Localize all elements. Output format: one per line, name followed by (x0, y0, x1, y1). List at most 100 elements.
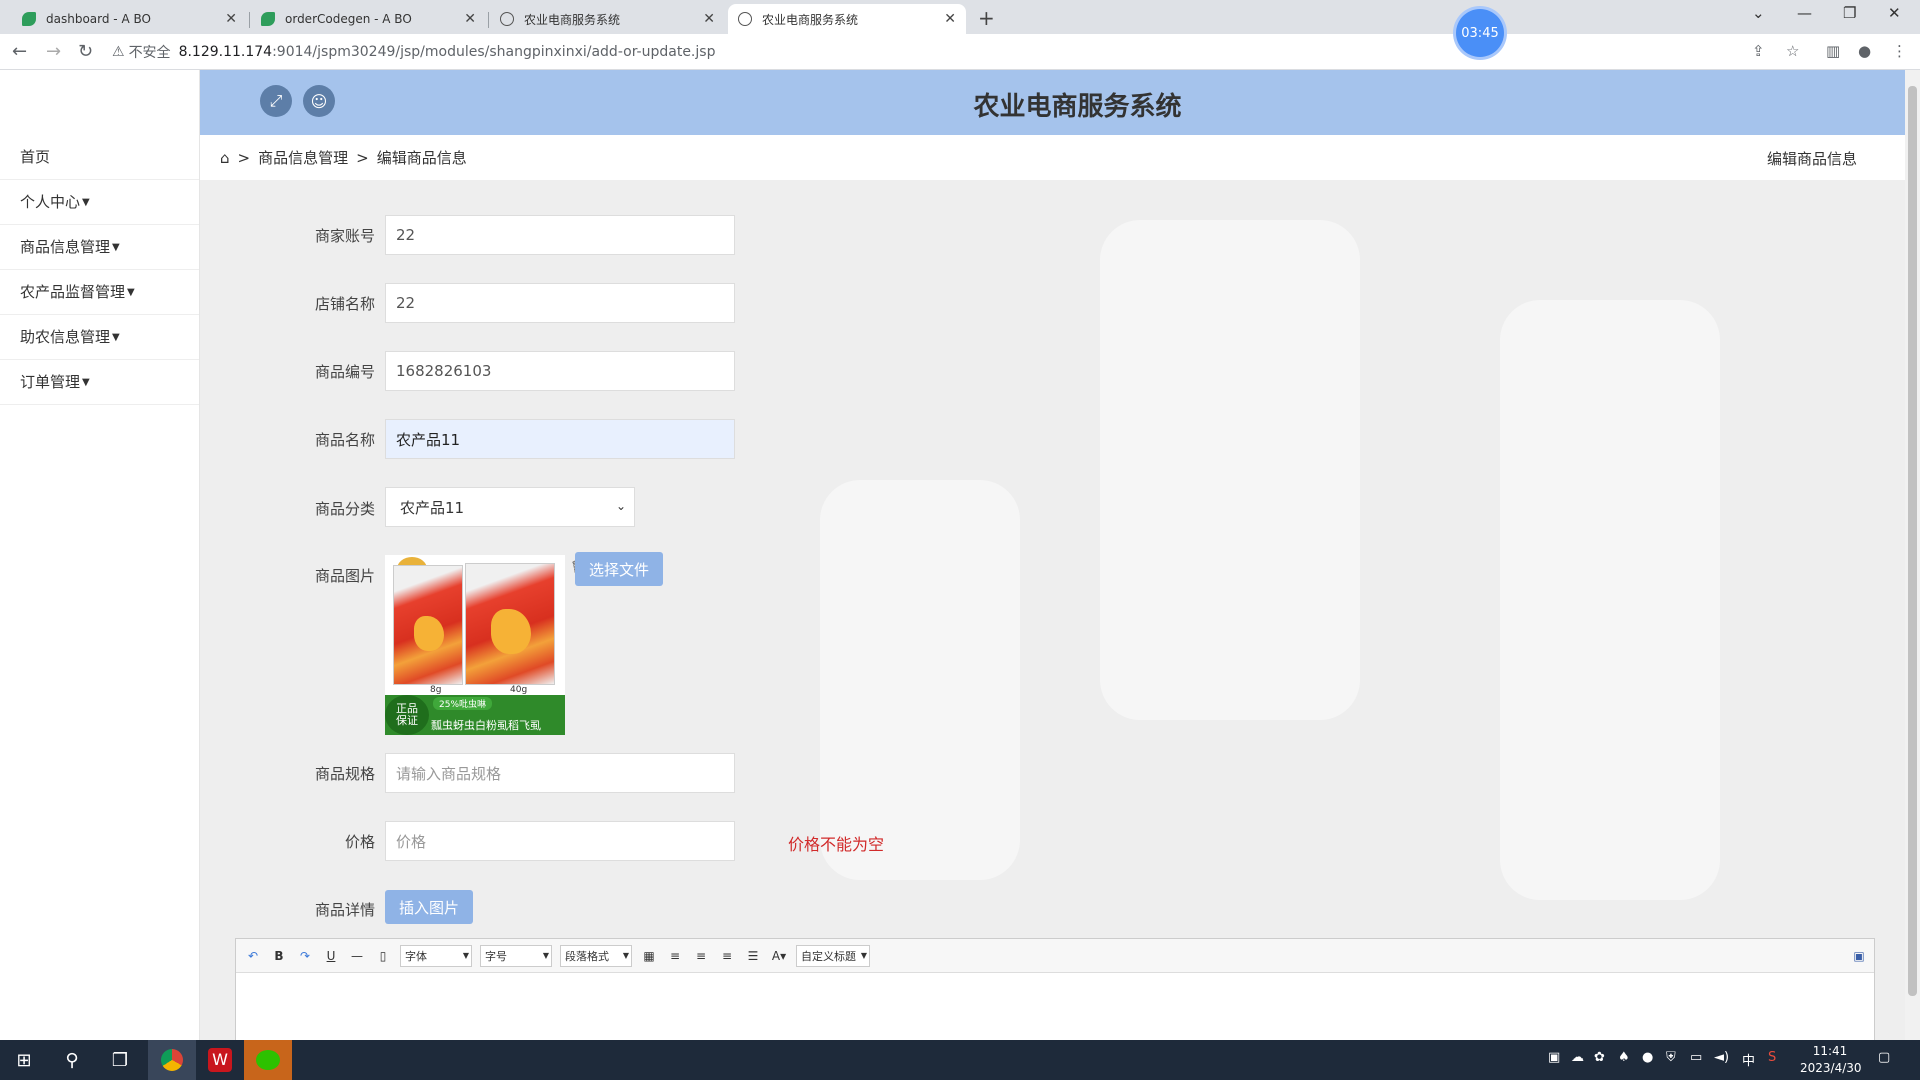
tray-app-icon[interactable]: ▣ (1548, 1050, 1560, 1065)
merchant-account-field[interactable]: 22 (385, 215, 735, 255)
custom-title-select[interactable]: 自定义标题 ▼ (796, 944, 870, 967)
browser-tab-system-1[interactable]: 农业电商服务系统 ✕ (490, 4, 725, 34)
breadcrumb-product-info[interactable]: 商品信息管理 (258, 147, 348, 168)
browser-tab-ordercodegen[interactable]: orderCodegen - A BO ✕ (251, 4, 486, 34)
horizontal-rule-icon[interactable]: — (348, 949, 366, 963)
chrome-app-icon[interactable] (148, 1040, 196, 1080)
product-image-label: 商品图片 (314, 567, 375, 585)
caret-down-icon: ▼ (82, 377, 90, 388)
page-scrollbar[interactable] (1905, 70, 1920, 1040)
windows-taskbar: ⊞ ⚲ ❐ W ▣ ☁ ✿ ♠ ● ⛨ ▭ ◄) 中 S 11:41 2023/… (0, 1040, 1920, 1080)
reload-icon[interactable]: ↻ (78, 41, 93, 62)
volume-icon[interactable]: ◄) (1714, 1050, 1729, 1065)
seal-line-2: 保证 (396, 714, 418, 727)
background-texture (1500, 300, 1720, 900)
sidebar-item-aid-info[interactable]: 助农信息管理 ▼ (0, 315, 199, 360)
underline-icon[interactable]: U (322, 949, 340, 963)
sidebar-item-supervision[interactable]: 农产品监督管理 ▼ (0, 270, 199, 315)
notification-icon[interactable]: ▢ (1878, 1050, 1890, 1065)
url-field[interactable]: ⚠ 不安全 8.129.11.174 :9014/jspm30249/jsp/m… (112, 40, 715, 64)
close-icon[interactable]: ✕ (944, 11, 956, 27)
product-code-field[interactable]: 1682826103 (385, 351, 735, 391)
sidebar-item-home[interactable]: 首页 (0, 135, 199, 180)
browser-tab-bar: dashboard - A BO ✕ orderCodegen - A BO ✕… (0, 0, 1920, 34)
align-left-icon[interactable]: ≡ (666, 949, 684, 963)
custom-title-value: 自定义标题 (801, 949, 856, 963)
bookmark-star-icon[interactable]: ☆ (1786, 42, 1799, 60)
shop-name-field[interactable]: 22 (385, 283, 735, 323)
authentic-seal: 正品 保证 (385, 695, 429, 735)
tab-search-icon[interactable]: ⌄ (1752, 4, 1765, 22)
url-host: 8.129.11.174 (178, 44, 273, 60)
input-method-icon[interactable]: S (1768, 1050, 1776, 1065)
restore-icon[interactable]: ❐ (1843, 4, 1856, 22)
table-icon[interactable]: ▦ (640, 949, 658, 963)
product-name-field[interactable]: 农产品11 (385, 419, 735, 459)
browser-tab-system-active[interactable]: 农业电商服务系统 ✕ (728, 4, 966, 34)
form-area: 商家账号 22 店铺名称 22 商品编号 1682826103 商品名称 农产品… (200, 180, 1905, 1040)
bold-icon[interactable]: B (270, 949, 288, 963)
ime-indicator[interactable]: 中 (1742, 1050, 1755, 1069)
insert-image-button[interactable]: 插入图片 (385, 890, 473, 924)
back-arrow-icon[interactable]: ← (12, 41, 27, 62)
close-icon[interactable]: ✕ (225, 11, 237, 27)
forward-arrow-icon[interactable]: → (46, 41, 61, 62)
pack-graphic (414, 616, 444, 651)
choose-file-button[interactable]: 选择文件 (575, 552, 663, 586)
font-size-select[interactable]: 字号 ▼ (480, 944, 552, 967)
category-select[interactable]: 农产品11 ⌄ (385, 487, 635, 527)
clock-time: 11:41 (1812, 1044, 1848, 1058)
task-view-icon[interactable]: ❐ (96, 1040, 144, 1080)
minimize-icon[interactable]: — (1797, 4, 1812, 22)
align-center-icon[interactable]: ≡ (718, 949, 736, 963)
font-color-icon[interactable]: A▾ (770, 949, 788, 963)
align-justify-icon[interactable]: ☰ (744, 949, 762, 963)
onedrive-icon[interactable]: ☁ (1571, 1050, 1584, 1065)
windows-start-icon[interactable]: ⊞ (0, 1040, 48, 1080)
sidebar-item-personal-center[interactable]: 个人中心 ▼ (0, 180, 199, 225)
wps-app-icon[interactable]: W (196, 1040, 244, 1080)
app-leaf-icon (22, 12, 36, 26)
font-family-select[interactable]: 字体 ▼ (400, 944, 472, 967)
browser-tab-dashboard[interactable]: dashboard - A BO ✕ (12, 4, 247, 34)
scrollbar-thumb[interactable] (1908, 86, 1917, 996)
new-tab-button[interactable]: + (978, 6, 995, 30)
price-input[interactable]: 价格 (385, 821, 735, 861)
sidebar-item-orders[interactable]: 订单管理 ▼ (0, 360, 199, 405)
wechat-app-icon[interactable] (244, 1040, 292, 1080)
side-panel-icon[interactable]: ▥ (1826, 42, 1840, 60)
network-icon[interactable]: ▭ (1690, 1050, 1702, 1065)
address-bar: ← → ↻ ⚠ 不安全 8.129.11.174 :9014/jspm30249… (0, 34, 1920, 70)
caret-down-icon: ▼ (112, 332, 120, 343)
ingredient-tag: 25%吡虫啉 (433, 697, 493, 710)
paragraph-format-select[interactable]: 段落格式 ▼ (560, 944, 632, 967)
fullscreen-editor-icon[interactable]: ▣ (1850, 949, 1868, 963)
undo-icon[interactable]: ↶ (244, 949, 262, 963)
search-icon[interactable]: ⚲ (48, 1040, 96, 1080)
tab-title: orderCodegen - A BO (285, 12, 412, 26)
sidebar-item-product-info[interactable]: 商品信息管理 ▼ (0, 225, 199, 270)
redo-icon[interactable]: ↷ (296, 949, 314, 963)
system-clock[interactable]: 11:41 2023/4/30 (1800, 1043, 1862, 1077)
recording-timer-badge[interactable]: 03:45 (1456, 9, 1504, 57)
align-right-icon[interactable]: ≡ (692, 949, 710, 963)
security-shield-icon[interactable]: ⛨ (1666, 1050, 1676, 1065)
product-code-label: 商品编号 (314, 363, 375, 381)
home-icon[interactable]: ⌂ (220, 149, 230, 167)
close-icon[interactable]: ✕ (464, 11, 476, 27)
profile-icon[interactable]: ● (1858, 42, 1871, 60)
tray-app-icon[interactable]: ♠ (1618, 1050, 1630, 1065)
rich-text-editor[interactable]: ↶ B ↷ U — ▯ 字体 ▼ 字号 ▼ 段落格式 ▼ ▦ ≡ ≡ ≡ ☰ A▾ 自… (235, 938, 1875, 1040)
wechat-tray-icon[interactable]: ● (1642, 1050, 1653, 1065)
spec-input[interactable]: 请输入商品规格 (385, 753, 735, 793)
sidebar-item-label: 商品信息管理 (20, 238, 111, 256)
product-pack-large (465, 563, 555, 685)
share-icon[interactable]: ⇪ (1752, 42, 1765, 60)
window-close-icon[interactable]: ✕ (1888, 4, 1901, 22)
document-icon[interactable]: ▯ (374, 949, 392, 963)
menu-kebab-icon[interactable]: ⋮ (1892, 42, 1907, 60)
close-icon[interactable]: ✕ (703, 11, 715, 27)
url-path: :9014/jspm30249/jsp/modules/shangpinxinx… (272, 44, 716, 60)
tray-app-icon[interactable]: ✿ (1594, 1050, 1605, 1065)
price-error-message: 价格不能为空 (788, 835, 885, 854)
